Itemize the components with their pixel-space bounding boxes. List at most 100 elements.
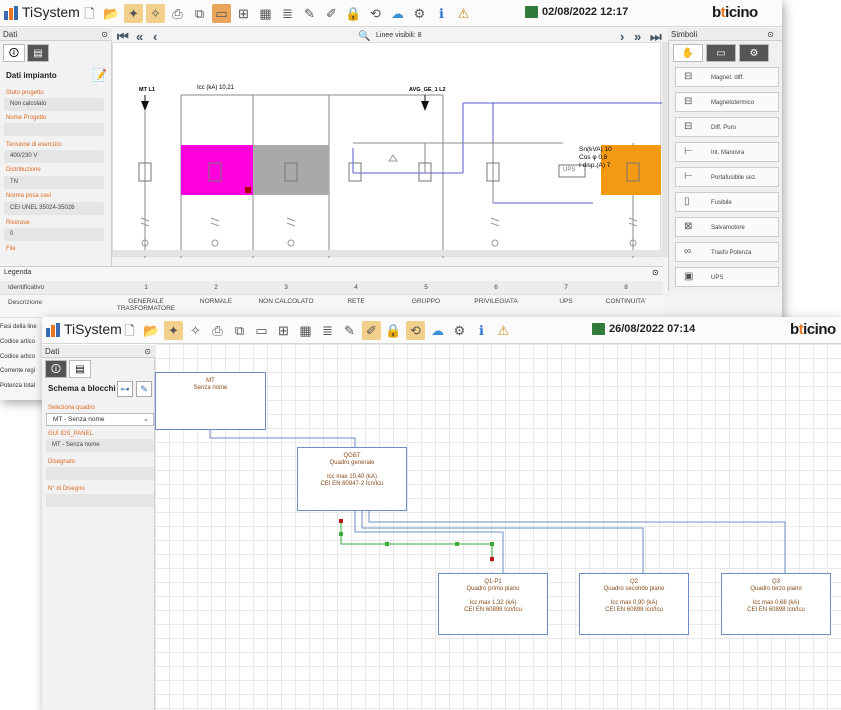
field-panel-id[interactable]: MT - Senza nome [46,439,154,452]
edit-doc-icon[interactable]: 📝 [92,68,107,82]
quadro-select[interactable]: MT - Senza nome ⌄ [46,413,154,426]
edit-icon[interactable]: ✎ [300,4,319,23]
visible-lines: Linee visibili: 8 [376,32,422,39]
zoom-icon[interactable]: 🔍 [358,31,370,42]
symbol-magnetotermico[interactable]: ⊟ Magnetotermico [675,92,779,112]
field-voltage[interactable]: 400/230 V [4,150,104,163]
save-icon[interactable] [525,6,538,18]
app-logo-icon [46,323,60,337]
settings-icon[interactable]: ⚙ [450,321,469,340]
list-icon[interactable]: ≣ [278,4,297,23]
pin-icon[interactable]: ⊙ [144,345,151,358]
wand-icon[interactable]: ✦ [164,321,183,340]
diagram-icon[interactable]: ⧉ [230,321,249,340]
chevron-down-icon: ⌄ [143,416,149,423]
print-icon[interactable]: ⎙ [208,321,227,340]
warning-icon[interactable]: ⚠ [494,321,513,340]
symbol-portafusibile[interactable]: ⊢ Portafusibile sez. [675,167,779,187]
wand-2-icon[interactable]: ✧ [146,4,165,23]
print-icon[interactable]: ⎙ [168,4,187,23]
block-q3[interactable]: Q3 Quadro terzo piano Icc max 0,68 (kA) … [721,573,831,635]
field-label: N° di Disegno [48,486,85,492]
field-drawn-by[interactable] [46,467,154,480]
field-drawing-number[interactable] [46,494,154,507]
field-label: Seleziona quadro [48,405,95,411]
field-reserve[interactable]: 0 [4,228,104,241]
open-folder-icon[interactable]: 📂 [142,321,161,340]
field-project-name[interactable] [4,123,104,136]
tab-data[interactable]: 🛈 [3,44,25,62]
symbol-ups[interactable]: ▣ UPS [675,267,779,287]
single-line-icon[interactable]: ▭ [212,4,231,23]
symbol-diff-puro[interactable]: ⊟ Diff. Puro [675,117,779,137]
tab-hand[interactable]: ✋ [673,44,703,62]
single-line-diagram[interactable]: MT L1 Icc (kA) 10,21 AVG_GE_1 L2 UPS Sn(… [112,42,662,258]
settings-icon[interactable]: ⚙ [410,4,429,23]
eraser-icon[interactable]: ✐ [322,4,341,23]
info-icon[interactable]: ℹ [472,321,491,340]
pin-icon[interactable]: ⊙ [101,28,108,41]
single-line-icon[interactable]: ▭ [252,321,271,340]
legend-id-row: Identificativo 1 2 3 4 5 6 7 8 [0,281,663,295]
symbol-trasfo-potenza[interactable]: ∞ Trasfo Potenza [675,242,779,262]
info-icon[interactable]: ℹ [432,4,451,23]
symbol-int-manovra[interactable]: ⊢ Int. Manovra [675,142,779,162]
block-tree-icon[interactable]: ⊶ [117,381,133,397]
wand-icon[interactable]: ✦ [124,4,143,23]
pin-icon[interactable]: ⊙ [652,268,659,277]
field-label: Norma posa cavi [6,193,52,199]
block-mt[interactable]: MT Senza nome [155,372,266,430]
block-q2[interactable]: Q2 Quadro secondo piano Icc max 0,90 (kA… [579,573,689,635]
tab-notes[interactable]: ▤ [69,360,91,378]
report-icon[interactable]: ▦ [296,321,315,340]
int-manovra-icon: ⊢ [684,146,693,157]
eraser-icon[interactable]: ✐ [362,321,381,340]
symbols-panel-header: Simboli ⊙ [668,28,782,41]
tab-notes[interactable]: ▤ [27,44,49,62]
horizontal-scrollbar[interactable] [113,250,662,256]
report-icon[interactable]: ▦ [256,4,275,23]
cloud-icon[interactable]: ☁ [388,4,407,23]
row-label: Potenza total [0,383,36,389]
portafusibile-icon: ⊢ [684,171,693,182]
open-folder-icon[interactable]: 📂 [102,4,121,23]
lock-icon[interactable]: 🔒 [344,4,363,23]
pin-icon[interactable]: ⊙ [767,28,774,41]
list-icon[interactable]: ≣ [318,321,337,340]
field-cable-norm[interactable]: CEI UNEL 35024-35026 [4,202,104,215]
brand-logo: bticino [790,321,836,338]
save-icon[interactable] [592,323,605,335]
new-file-icon[interactable]: 🗋 [80,4,99,23]
warning-icon[interactable]: ⚠ [454,4,473,23]
left-panel: 🛈 ▤ Dati impianto 📝 Stato progetto Non c… [0,41,112,266]
symbol-salvamotore[interactable]: ⊠ Salvamotore [675,217,779,237]
new-file-icon[interactable]: 🗋 [120,321,139,340]
history-icon[interactable]: ⟲ [406,321,425,340]
datetime: 26/08/2022 07:14 [592,323,695,335]
tab-diagram[interactable]: ⚙ [739,44,769,62]
lock-icon[interactable]: 🔒 [384,321,403,340]
history-icon[interactable]: ⟲ [366,4,385,23]
layout-icon[interactable]: ⊞ [274,321,293,340]
field-distribution[interactable]: TN [4,176,104,189]
block-q1-p1[interactable]: Q1-P1 Quadro primo piano Icc max 1,32 (k… [438,573,548,635]
edit-icon[interactable]: ✎ [340,321,359,340]
salvamotore-icon: ⊠ [684,221,693,232]
label-avg: AVG_GE_1 L2 [409,87,446,93]
left-panel-header: Dati ⊙ [0,28,112,41]
layout-icon[interactable]: ⊞ [234,4,253,23]
block-diagram-canvas[interactable]: MT Senza nome QGBT Quadro generale Icc m… [155,344,841,710]
wand-2-icon[interactable]: ✧ [186,321,205,340]
diagram-icon[interactable]: ⧉ [190,4,209,23]
edit-doc-icon[interactable]: ✎ [136,381,152,397]
symbols-panel: ✋ ▭ ⚙ ⊟ Magnet. diff. ⊟ Magnetotermico ⊟ Di… [668,41,782,291]
tab-image[interactable]: ▭ [706,44,736,62]
field-label: GUI IDS_PANEL [48,431,93,437]
toolbar-icons: 🗋 📂 ✦ ✧ ⎙ ⧉ ▭ ⊞ ▦ ≣ ✎ ✐ 🔒 ⟲ ☁ ⚙ ℹ ⚠ [120,321,513,340]
cloud-icon[interactable]: ☁ [428,321,447,340]
symbol-fusibile[interactable]: ▯ Fusibile [675,192,779,212]
ups-icon: ▣ [684,271,694,282]
tab-data[interactable]: 🛈 [45,360,67,378]
block-qgbt[interactable]: QGBT Quadro generale Icc max 10,40 (kA) … [297,447,407,511]
symbol-magnet-diff[interactable]: ⊟ Magnet. diff. [675,67,779,87]
